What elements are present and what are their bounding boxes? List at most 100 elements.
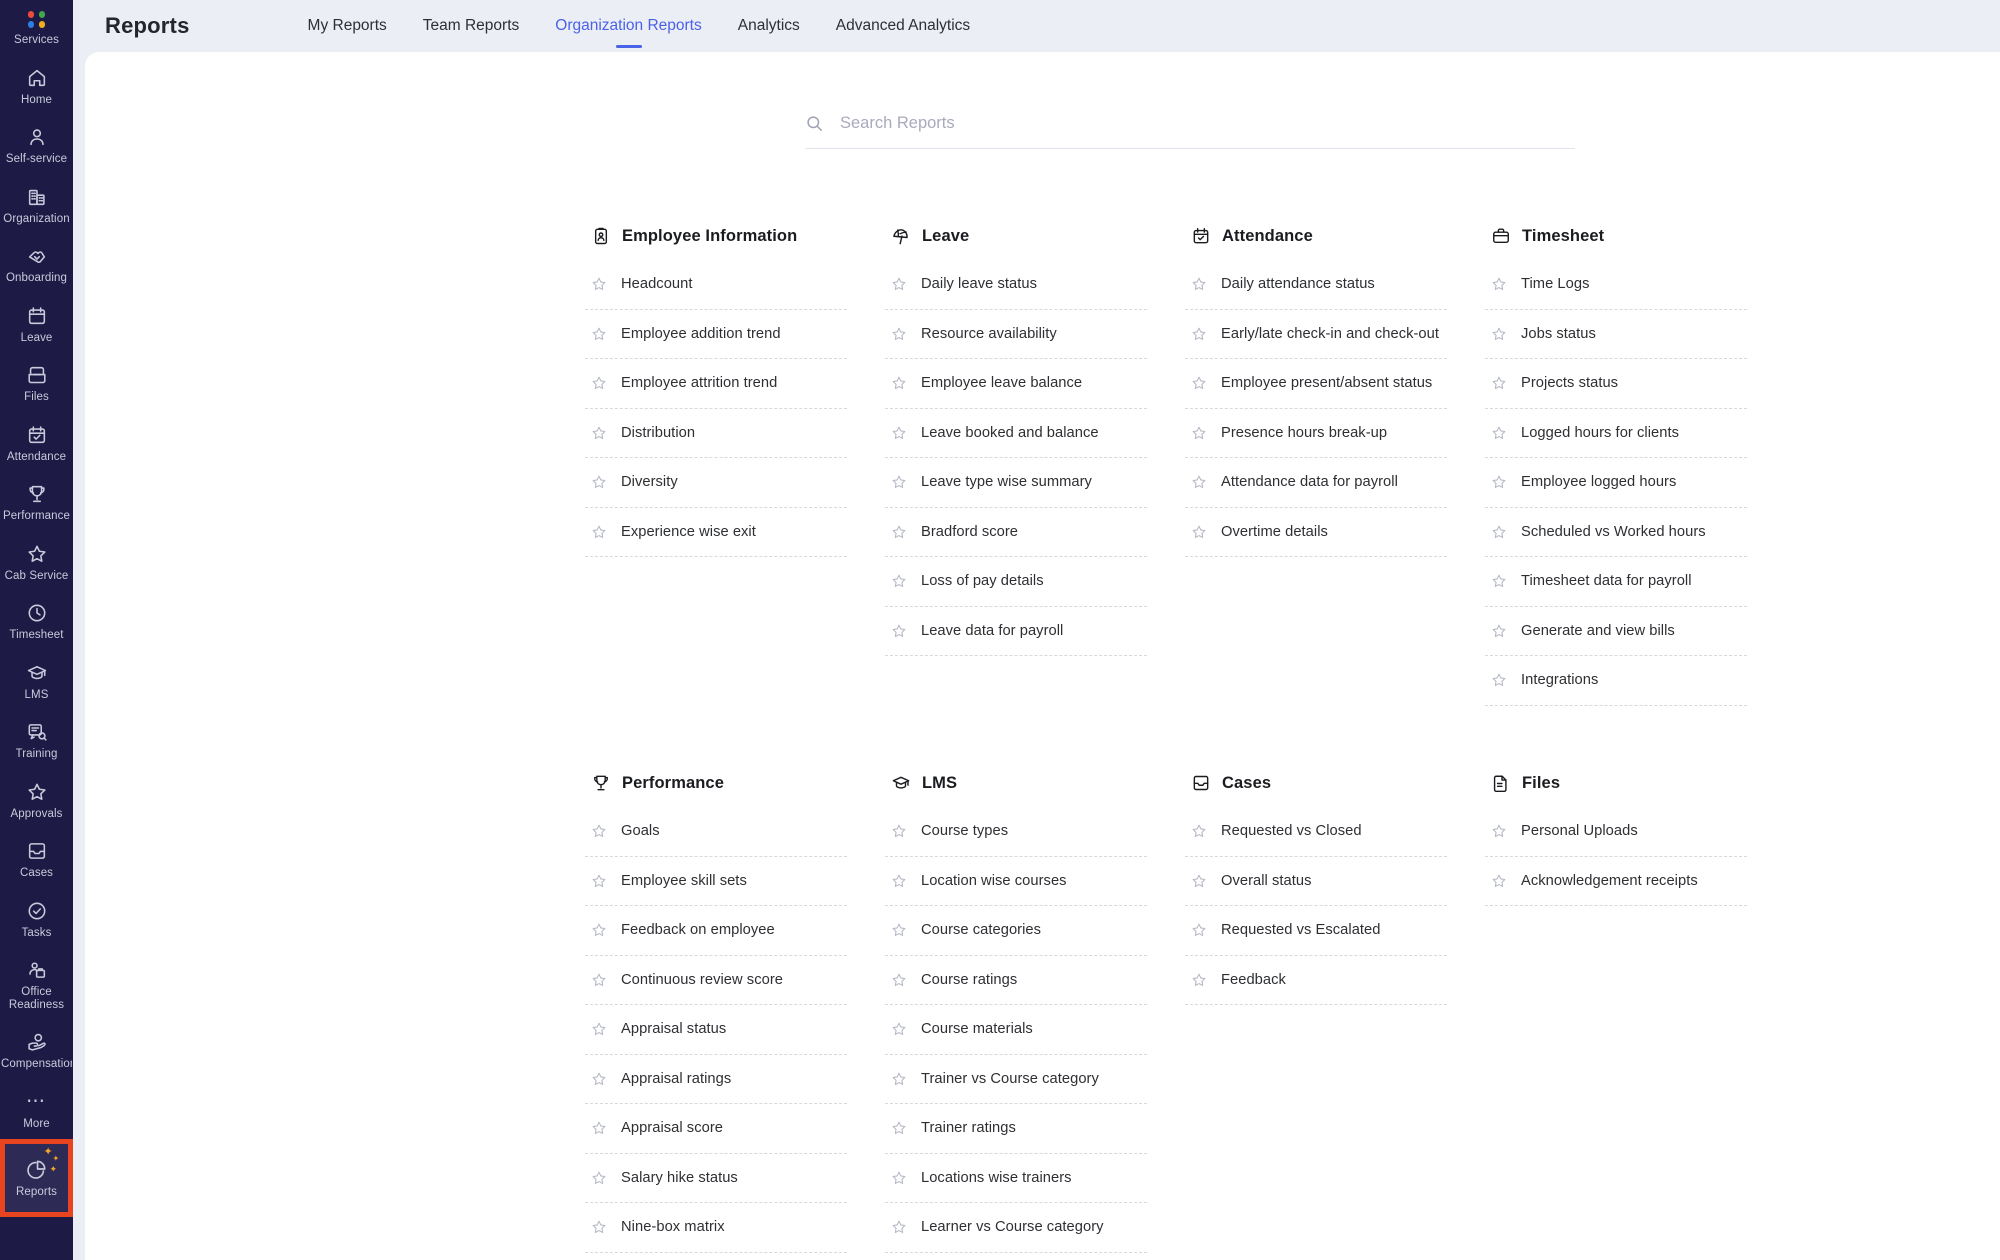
report-list-item[interactable]: Overall status: [1185, 857, 1447, 906]
report-list-item[interactable]: Employee logged hours: [1485, 458, 1747, 508]
favorite-star-icon[interactable]: [591, 1021, 607, 1037]
favorite-star-icon[interactable]: [891, 474, 907, 490]
report-list-item[interactable]: Continuous review score: [585, 956, 847, 1005]
favorite-star-icon[interactable]: [891, 573, 907, 589]
report-list-item[interactable]: Employee present/absent status: [1185, 359, 1447, 409]
report-list-item[interactable]: Location wise courses: [885, 857, 1147, 906]
report-list-item[interactable]: Leave data for payroll: [885, 607, 1147, 656]
sidebar-item-self-service[interactable]: Self-service: [0, 115, 73, 175]
favorite-star-icon[interactable]: [1191, 425, 1207, 441]
report-list-item[interactable]: Bradford score: [885, 508, 1147, 557]
report-list-item[interactable]: Appraisal score: [585, 1104, 847, 1154]
favorite-star-icon[interactable]: [891, 1021, 907, 1037]
report-list-item[interactable]: Appraisal ratings: [585, 1055, 847, 1104]
favorite-star-icon[interactable]: [891, 623, 907, 639]
report-list-item[interactable]: Course categories: [885, 906, 1147, 956]
report-list-item[interactable]: Scheduled vs Worked hours: [1485, 508, 1747, 557]
favorite-star-icon[interactable]: [591, 474, 607, 490]
report-list-item[interactable]: Headcount: [585, 260, 847, 310]
sidebar-item-compensation[interactable]: Compensation: [0, 1020, 73, 1080]
report-list-item[interactable]: Employee skill sets: [585, 857, 847, 906]
tab-team-reports[interactable]: Team Reports: [405, 0, 537, 52]
report-list-item[interactable]: Time Logs: [1485, 260, 1747, 310]
report-list-item[interactable]: Overtime details: [1185, 508, 1447, 557]
sidebar-item-training[interactable]: Training: [0, 710, 73, 770]
favorite-star-icon[interactable]: [591, 972, 607, 988]
sidebar-item-leave[interactable]: Leave: [0, 294, 73, 354]
favorite-star-icon[interactable]: [891, 1120, 907, 1136]
favorite-star-icon[interactable]: [891, 1219, 907, 1235]
favorite-star-icon[interactable]: [591, 326, 607, 342]
favorite-star-icon[interactable]: [591, 1170, 607, 1186]
report-list-item[interactable]: Course ratings: [885, 956, 1147, 1005]
favorite-star-icon[interactable]: [1491, 873, 1507, 889]
favorite-star-icon[interactable]: [1491, 573, 1507, 589]
favorite-star-icon[interactable]: [891, 375, 907, 391]
sidebar-item-performance[interactable]: Performance: [0, 472, 73, 532]
favorite-star-icon[interactable]: [1491, 823, 1507, 839]
report-list-item[interactable]: Requested vs Closed: [1185, 807, 1447, 857]
report-list-item[interactable]: Locations wise trainers: [885, 1154, 1147, 1203]
report-list-item[interactable]: Course types: [885, 807, 1147, 857]
favorite-star-icon[interactable]: [1491, 474, 1507, 490]
favorite-star-icon[interactable]: [1191, 524, 1207, 540]
sidebar-item-onboarding[interactable]: Onboarding: [0, 234, 73, 294]
report-list-item[interactable]: Learner vs Course category: [885, 1203, 1147, 1253]
sidebar-item-cab-service[interactable]: Cab Service: [0, 532, 73, 592]
favorite-star-icon[interactable]: [891, 276, 907, 292]
report-list-item[interactable]: Logged hours for clients: [1485, 409, 1747, 458]
report-list-item[interactable]: Daily leave status: [885, 260, 1147, 310]
favorite-star-icon[interactable]: [1491, 326, 1507, 342]
favorite-star-icon[interactable]: [1191, 972, 1207, 988]
report-list-item[interactable]: Generate and view bills: [1485, 607, 1747, 656]
report-list-item[interactable]: Requested vs Escalated: [1185, 906, 1447, 956]
sidebar-item-cases[interactable]: Cases: [0, 829, 73, 889]
report-list-item[interactable]: Nine-box matrix: [585, 1203, 847, 1253]
tab-analytics[interactable]: Analytics: [720, 0, 818, 52]
favorite-star-icon[interactable]: [891, 425, 907, 441]
sidebar-item-attendance[interactable]: Attendance: [0, 413, 73, 473]
report-list-item[interactable]: Feedback on employee: [585, 906, 847, 956]
favorite-star-icon[interactable]: [591, 873, 607, 889]
report-list-item[interactable]: Integrations: [1485, 656, 1747, 706]
sidebar-item-office-readiness[interactable]: Office Readiness: [0, 948, 73, 1020]
report-list-item[interactable]: Diversity: [585, 458, 847, 508]
report-list-item[interactable]: Distribution: [585, 409, 847, 458]
report-list-item[interactable]: Employee leave balance: [885, 359, 1147, 409]
favorite-star-icon[interactable]: [591, 1219, 607, 1235]
tab-organization-reports[interactable]: Organization Reports: [537, 0, 719, 52]
favorite-star-icon[interactable]: [1491, 672, 1507, 688]
favorite-star-icon[interactable]: [591, 375, 607, 391]
favorite-star-icon[interactable]: [591, 425, 607, 441]
report-list-item[interactable]: Leave booked and balance: [885, 409, 1147, 458]
report-list-item[interactable]: Personal Uploads: [1485, 807, 1747, 857]
sidebar-item-lms[interactable]: LMS: [0, 651, 73, 711]
report-list-item[interactable]: Jobs status: [1485, 310, 1747, 359]
report-list-item[interactable]: Presence hours break-up: [1185, 409, 1447, 458]
favorite-star-icon[interactable]: [1191, 823, 1207, 839]
report-list-item[interactable]: Acknowledgement receipts: [1485, 857, 1747, 906]
report-list-item[interactable]: Daily attendance status: [1185, 260, 1447, 310]
favorite-star-icon[interactable]: [891, 922, 907, 938]
favorite-star-icon[interactable]: [591, 1071, 607, 1087]
sidebar-item-organization[interactable]: Organization: [0, 175, 73, 235]
favorite-star-icon[interactable]: [591, 1120, 607, 1136]
favorite-star-icon[interactable]: [1191, 873, 1207, 889]
favorite-star-icon[interactable]: [1191, 922, 1207, 938]
report-list-item[interactable]: Loss of pay details: [885, 557, 1147, 607]
report-list-item[interactable]: Projects status: [1485, 359, 1747, 409]
sidebar-item-files[interactable]: Files: [0, 353, 73, 413]
sidebar-item-more[interactable]: ⋯ More: [0, 1080, 73, 1140]
sidebar-item-home[interactable]: Home: [0, 56, 73, 116]
favorite-star-icon[interactable]: [591, 922, 607, 938]
favorite-star-icon[interactable]: [891, 1071, 907, 1087]
report-list-item[interactable]: Early/late check-in and check-out: [1185, 310, 1447, 359]
report-list-item[interactable]: Trainer ratings: [885, 1104, 1147, 1154]
favorite-star-icon[interactable]: [1491, 425, 1507, 441]
favorite-star-icon[interactable]: [891, 1170, 907, 1186]
report-list-item[interactable]: Salary hike status: [585, 1154, 847, 1203]
tab-advanced-analytics[interactable]: Advanced Analytics: [818, 0, 988, 52]
favorite-star-icon[interactable]: [1191, 276, 1207, 292]
sidebar-item-services[interactable]: Services: [0, 0, 73, 56]
sidebar-item-timesheet[interactable]: Timesheet: [0, 591, 73, 651]
